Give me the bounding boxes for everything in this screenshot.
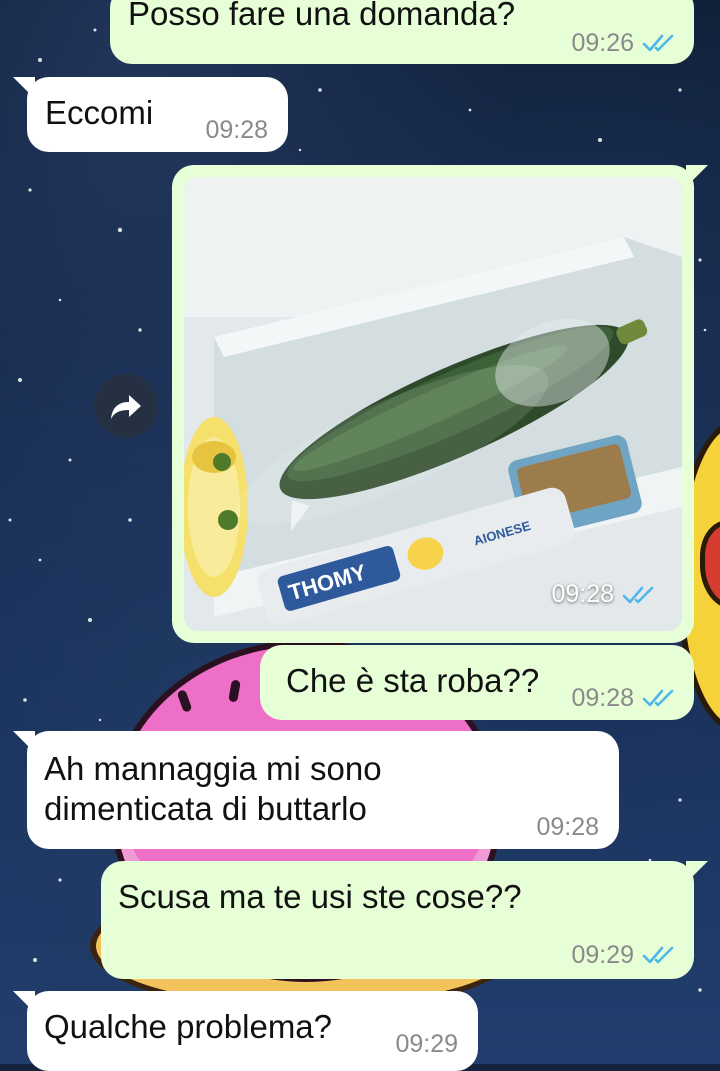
outgoing-message-bubble[interactable]: Che è sta roba?? 09:28 — [260, 645, 694, 720]
message-meta: 09:26 — [571, 23, 676, 63]
outgoing-image-message[interactable]: THOMY AIONESE 09:28 — [172, 165, 708, 643]
message-text: Eccomi — [45, 94, 154, 131]
message-timestamp: 09:29 — [395, 1030, 458, 1058]
message-meta: 09:29 — [571, 935, 676, 975]
message-timestamp: 09:28 — [205, 116, 268, 144]
outgoing-message-bubble[interactable]: Scusa ma te usi ste cose?? 09:29 — [101, 861, 708, 979]
double-check-icon — [622, 586, 654, 603]
outgoing-message-bubble[interactable]: Posso fare una domanda? 09:26 — [110, 0, 694, 64]
message-text: Scusa ma te usi ste cose?? — [118, 878, 522, 915]
fridge-photo-illustration: THOMY AIONESE — [184, 177, 682, 631]
incoming-message-bubble[interactable]: Ah mannaggia mi sono dimenticata di butt… — [13, 731, 619, 849]
message-text: Che è sta roba?? — [286, 662, 540, 699]
message-text: Ah mannaggia mi sono dimenticata di butt… — [44, 750, 382, 827]
message-meta: 09:29 — [395, 1024, 458, 1064]
double-check-icon — [642, 946, 674, 964]
incoming-message-bubble[interactable]: Qualche problema? 09:29 — [13, 991, 478, 1071]
message-meta: 09:28 — [551, 580, 656, 609]
message-timestamp: 09:29 — [571, 941, 634, 969]
message-meta: 09:28 — [205, 110, 268, 150]
message-text: Posso fare una domanda? — [128, 0, 516, 32]
forward-arrow-icon — [111, 395, 141, 419]
message-timestamp: 09:28 — [571, 684, 634, 712]
message-timestamp: 09:28 — [536, 813, 599, 841]
double-check-icon — [642, 34, 674, 52]
shared-photo[interactable]: THOMY AIONESE 09:28 — [184, 177, 682, 631]
double-check-icon — [642, 689, 674, 707]
incoming-message-bubble[interactable]: Eccomi 09:28 — [13, 77, 288, 152]
message-timestamp: 09:28 — [551, 580, 614, 608]
message-list: Posso fare una domanda? 09:26 Eccomi 09:… — [0, 0, 720, 1071]
forward-button[interactable] — [94, 374, 158, 438]
message-meta: 09:28 — [536, 807, 599, 847]
message-meta: 09:28 — [571, 678, 676, 718]
message-timestamp: 09:26 — [571, 29, 634, 57]
message-text: Qualche problema? — [44, 1008, 333, 1045]
